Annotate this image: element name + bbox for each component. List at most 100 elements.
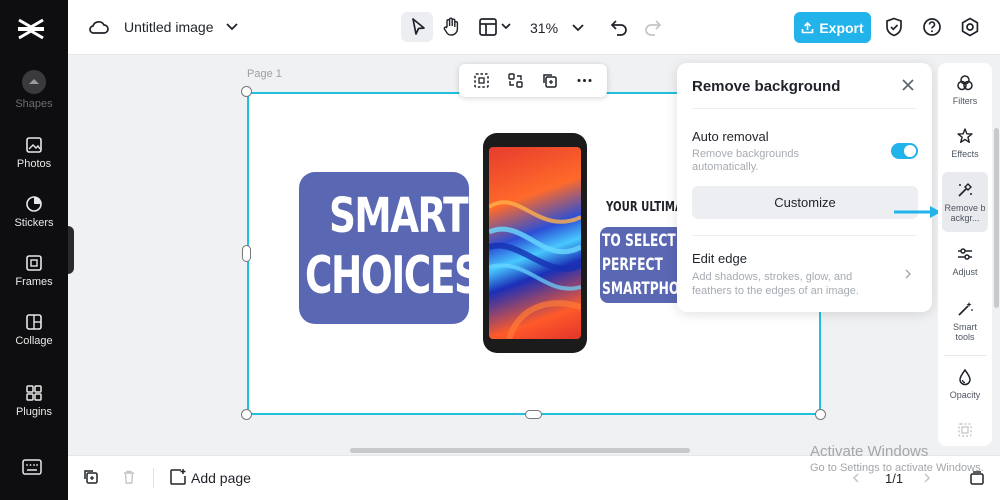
frame-icon [26,255,42,271]
smartphone-image[interactable] [483,133,587,353]
edit-edge-description: Add shadows, strokes, glow, and feathers… [692,271,859,297]
canvas-horizontal-scrollbar[interactable] [350,448,690,453]
sidebar-item-frames[interactable]: Frames [0,254,68,288]
shield-icon[interactable] [883,16,905,38]
rail-item-opacity[interactable]: Opacity [938,368,992,400]
sidebar-item-plugins[interactable]: Plugins [0,384,68,418]
divider [153,468,154,488]
rail-item-effects[interactable]: Effects [938,127,992,159]
capcut-logo-icon[interactable] [17,16,45,42]
wave-pattern [489,200,581,339]
sticker-icon [26,196,42,212]
rail-item-label: Adjust [952,267,978,277]
sidebar-item-photos[interactable]: Photos [0,136,68,170]
image-icon [26,137,42,153]
customize-button[interactable]: Customize [692,186,918,219]
divider [944,355,986,356]
divider [692,108,917,109]
rail-item-label: Smart tools [952,322,977,342]
crop-select-icon[interactable] [473,72,490,89]
resize-handle-bottom[interactable] [525,410,542,419]
arrange-icon[interactable] [957,422,973,438]
collage-icon [26,314,42,330]
export-button[interactable]: Export [794,12,871,43]
document-title[interactable]: Untitled image [124,19,214,35]
sidebar-item-label: Plugins [15,406,53,418]
layout-icon[interactable] [477,16,499,38]
edit-edge-title: Edit edge [692,251,747,266]
phone-screen [489,147,581,339]
replace-icon[interactable] [507,72,524,89]
shapes-icon [22,70,46,94]
right-tools-rail: Filters Effects Remove backgr... Adjust … [938,63,992,446]
page-label: Page 1 [247,68,282,80]
keyboard-icon[interactable] [22,459,42,475]
resize-handle-bottom-right[interactable] [815,409,826,420]
sidebar-item-shapes[interactable]: Shapes [0,70,68,110]
add-page-icon[interactable] [169,468,187,486]
hand-pan-icon[interactable] [440,16,462,38]
redo-icon[interactable] [642,16,664,38]
help-icon[interactable] [921,16,943,38]
sidebar-item-label: Collage [15,335,53,347]
auto-removal-description: Remove backgrounds automatically. [692,148,800,173]
graphic-text-line: TO SELECT [602,231,676,251]
chevron-down-icon[interactable] [570,19,586,35]
left-sidebar: Shapes Photos Stickers Frames Collage Pl… [0,0,68,500]
duplicate-page-icon[interactable] [83,469,99,485]
remove-bg-icon [958,183,972,197]
floating-toolbar [459,64,607,97]
graphic-tagline: YOUR ULTIMA [606,200,683,215]
rail-item-smart-tools[interactable]: Smart tools [938,300,992,342]
resize-handle-left[interactable] [242,245,251,262]
undo-icon[interactable] [608,16,630,38]
divider [692,235,917,236]
sidebar-item-label: Stickers [14,217,54,229]
graphic-text-smart: SMART [329,188,469,244]
add-page-button[interactable]: Add page [191,470,251,486]
trash-icon[interactable] [121,469,137,485]
export-button-label: Export [819,19,864,36]
chevron-down-icon[interactable] [224,18,240,34]
panel-title: Remove background [692,78,841,95]
zoom-level[interactable]: 31% [530,20,558,36]
auto-removal-toggle[interactable] [891,143,918,159]
select-perfect-tile[interactable]: TO SELECT PERFECT SMARTPHO [600,227,678,303]
plugins-icon [26,385,42,401]
chevron-down-icon[interactable] [499,19,513,33]
activate-windows-watermark: Activate Windows [810,443,929,460]
cloud-icon[interactable] [88,16,110,38]
gear-icon[interactable] [959,16,981,38]
remove-background-panel: Remove background Auto removal Remove ba… [677,63,932,312]
duplicate-icon[interactable] [541,72,558,89]
filters-icon [957,75,973,91]
rail-item-adjust[interactable]: Adjust [938,245,992,277]
sidebar-item-collage[interactable]: Collage [0,313,68,347]
resize-handle-bottom-left[interactable] [241,409,252,420]
graphic-text-choices: CHOICES [305,246,481,306]
sidebar-item-label: Frames [15,276,53,288]
chevron-right-icon [905,269,912,279]
rail-item-label: Opacity [949,390,981,400]
graphic-text-line: PERFECT [602,255,663,275]
magic-wand-icon [958,302,973,316]
opacity-icon [959,368,971,386]
resize-handle-top-left[interactable] [241,86,252,97]
rail-scrollbar[interactable] [994,128,999,308]
activate-windows-subtext: Go to Settings to activate Windows. [810,462,984,474]
sidebar-collapse-handle[interactable] [68,226,74,274]
sidebar-item-stickers[interactable]: Stickers [0,195,68,229]
sidebar-item-label: Photos [16,158,52,170]
adjust-icon [958,248,972,260]
cursor-select-icon[interactable] [407,16,429,38]
rail-item-filters[interactable]: Filters [938,74,992,106]
rail-item-label: Remove backgr... [944,203,986,223]
smart-choices-tile[interactable]: SMART CHOICES [299,172,481,324]
arrow-pointer-icon [894,206,941,218]
effects-icon [957,128,973,143]
close-icon[interactable] [901,78,915,92]
top-toolbar: Untitled image 31% Export [68,0,1000,55]
sidebar-item-label: Shapes [15,98,53,110]
more-options-icon[interactable] [576,72,593,89]
rail-item-remove-background[interactable]: Remove backgr... [938,181,992,223]
